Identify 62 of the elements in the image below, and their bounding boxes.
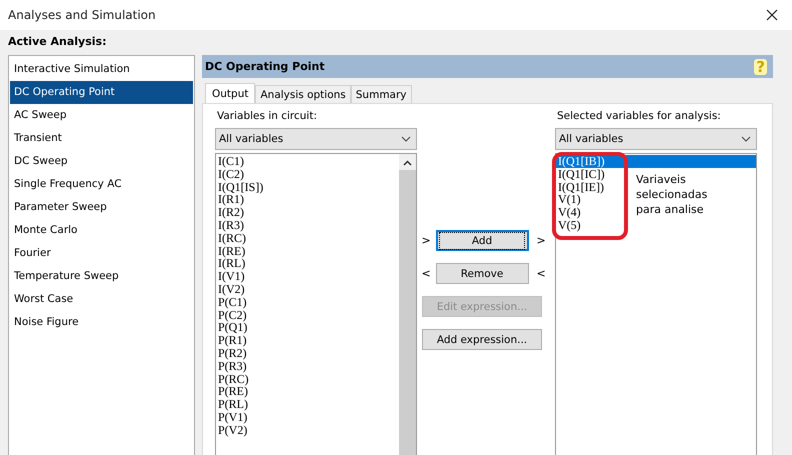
- variable-item[interactable]: I(RE): [216, 244, 246, 258]
- variable-item[interactable]: I(Q1[IE]): [556, 180, 604, 194]
- variable-item[interactable]: V(4): [556, 206, 581, 219]
- variable-item[interactable]: P(V2): [216, 424, 248, 437]
- action-button[interactable]: Add expression...: [422, 329, 542, 350]
- tab[interactable]: Output: [205, 83, 256, 103]
- filter-dropdown[interactable]: All variables: [215, 128, 417, 150]
- analysis-item[interactable]: Single Frequency AC: [10, 173, 193, 196]
- variable-item[interactable]: I(R1): [216, 193, 244, 206]
- action-button[interactable]: Add: [436, 230, 528, 251]
- filter-dropdown[interactable]: All variables: [555, 128, 757, 150]
- close-icon[interactable]: [766, 9, 778, 21]
- field-label: Selected variables for analysis:: [556, 110, 722, 124]
- variable-item[interactable]: P(C1): [216, 296, 247, 309]
- variable-item[interactable]: P(RL): [216, 398, 248, 411]
- analysis-item[interactable]: DC Operating Point: [10, 81, 193, 104]
- variable-item[interactable]: I(RC): [216, 232, 246, 245]
- analysis-item[interactable]: Fourier: [10, 242, 193, 265]
- section-label: Active Analysis:: [8, 35, 108, 50]
- variable-item[interactable]: I(Q1[IS]): [216, 180, 264, 194]
- arrow-sign: <: [422, 267, 428, 280]
- variable-item[interactable]: I(RL): [216, 257, 246, 270]
- variable-item[interactable]: P(R2): [216, 346, 247, 360]
- variable-item[interactable]: I(C1): [216, 155, 244, 168]
- variable-item[interactable]: P(Q1): [216, 321, 248, 334]
- annotation-text: Variaveis selecionadas para analise: [636, 172, 708, 217]
- variable-item[interactable]: P(RE): [216, 385, 248, 398]
- variable-item[interactable]: I(V1): [216, 270, 245, 283]
- analysis-item[interactable]: Noise Figure: [10, 311, 193, 334]
- variable-item[interactable]: V(1): [556, 193, 581, 206]
- variable-item[interactable]: I(Q1[IC]): [556, 168, 605, 181]
- variable-item[interactable]: I(R2): [216, 206, 244, 219]
- action-button[interactable]: Remove: [436, 263, 528, 284]
- scroll-up-icon[interactable]: [403, 160, 412, 166]
- analysis-item[interactable]: Transient: [10, 127, 193, 150]
- panel-title: DC Operating Point: [205, 60, 325, 73]
- variable-item[interactable]: V(5): [556, 218, 581, 232]
- tab[interactable]: Summary: [350, 85, 412, 103]
- analysis-item[interactable]: Worst Case: [10, 288, 193, 311]
- analysis-item[interactable]: Temperature Sweep: [10, 265, 193, 288]
- variable-item[interactable]: P(V1): [216, 410, 248, 424]
- variable-item[interactable]: I(C2): [216, 168, 244, 181]
- arrow-sign: >: [536, 234, 542, 247]
- chevron-down-icon: [741, 136, 751, 142]
- analysis-item[interactable]: DC Sweep: [10, 150, 193, 173]
- variable-item[interactable]: I(V2): [216, 282, 245, 296]
- tab[interactable]: Analysis options: [255, 85, 351, 103]
- variable-item[interactable]: P(C2): [216, 308, 247, 322]
- chevron-down-icon: [401, 136, 411, 142]
- analysis-item[interactable]: Parameter Sweep: [10, 196, 193, 219]
- variable-item[interactable]: I(Q1[IB]): [556, 155, 756, 168]
- variable-item[interactable]: P(R3): [216, 360, 247, 373]
- field-label: Variables in circuit:: [216, 110, 318, 124]
- variable-item[interactable]: P(R1): [216, 334, 247, 347]
- analysis-item[interactable]: Interactive Simulation: [10, 58, 193, 81]
- variable-item[interactable]: P(RC): [216, 372, 249, 386]
- analysis-item[interactable]: Monte Carlo: [10, 219, 193, 242]
- window-title: Analyses and Simulation: [8, 8, 156, 22]
- variable-item[interactable]: I(R3): [216, 218, 244, 232]
- analysis-item[interactable]: AC Sweep: [10, 104, 193, 127]
- arrow-sign: <: [536, 267, 542, 280]
- arrow-sign: >: [422, 234, 428, 247]
